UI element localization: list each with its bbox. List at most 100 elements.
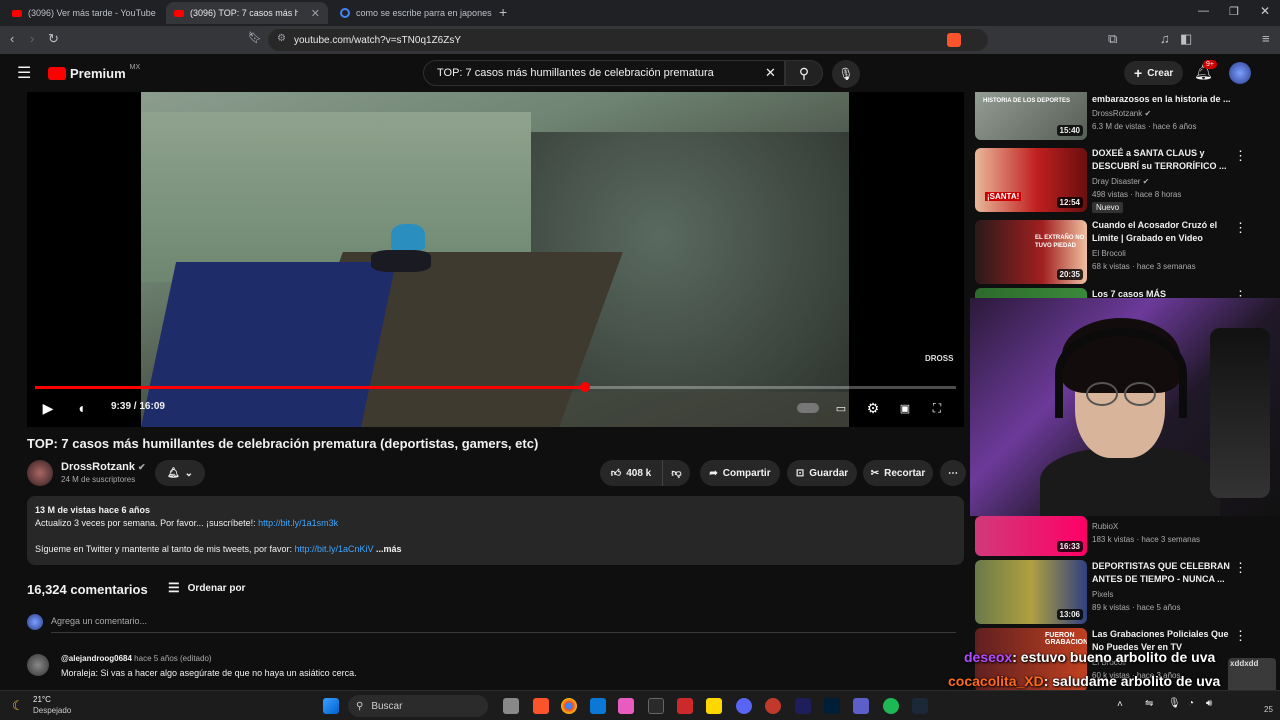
volume-icon[interactable]: ◖	[68, 398, 94, 418]
minimize-icon[interactable]: —	[1198, 5, 1209, 17]
site-info-icon[interactable]: ⚙︎	[277, 33, 286, 44]
weather-moon-icon[interactable]: ☾	[12, 698, 24, 714]
more-options-icon[interactable]: ⋮	[1234, 560, 1247, 576]
recommendation-thumbnail[interactable]: HISTORIA DE LOS DEPORTES 15:40	[975, 92, 1087, 140]
more-options-icon[interactable]: ⋮	[1234, 288, 1247, 298]
comment-author[interactable]: @alejandroog0684	[61, 654, 132, 663]
sidebar-icon[interactable]: ◧	[1180, 31, 1192, 47]
copilot-icon[interactable]	[618, 698, 634, 714]
recommendation-channel[interactable]: RubioX	[1092, 520, 1118, 533]
recommendation-thumbnail[interactable]: 16:33	[975, 516, 1087, 556]
recommendation-title[interactable]: Los 7 casos MÁS	[1092, 288, 1242, 298]
autoplay-toggle[interactable]	[795, 398, 821, 418]
channel-avatar[interactable]	[27, 460, 53, 486]
app-icon[interactable]	[677, 698, 693, 714]
steam-icon[interactable]	[912, 698, 928, 714]
brave-icon[interactable]	[533, 698, 549, 714]
search-input[interactable]: TOP: 7 casos más humillantes de celebrac…	[423, 60, 785, 86]
like-button[interactable]: 👍︎ 408 k	[600, 460, 662, 486]
recommendation-channel[interactable]: El Brocoli	[1092, 247, 1126, 260]
fullscreen-icon[interactable]: ⛶	[924, 398, 950, 418]
recommendation-thumbnail[interactable]: EL EXTRAÑO NO TUVO PIEDAD 20:35	[975, 220, 1087, 284]
more-options-icon[interactable]: ⋮	[1234, 220, 1247, 236]
bookmark-icon[interactable]: 🔖︎	[248, 31, 262, 44]
obs-icon[interactable]	[765, 698, 781, 714]
recommendation-title[interactable]: embarazosos en la historia de ...	[1092, 93, 1242, 106]
add-comment-input[interactable]: Agrega un comentario...	[51, 616, 956, 633]
teams-icon[interactable]	[853, 698, 869, 714]
taskbar-search[interactable]: ⚲ Buscar	[348, 695, 488, 717]
premiere-icon[interactable]	[795, 698, 811, 714]
description-box[interactable]: 13 M de vistas hace 6 años Actualizo 3 v…	[27, 496, 964, 565]
video-player[interactable]: DROSS ▶ ◖ 9:39 / 16:09 ▭ ⚙ ▣ ⛶	[27, 92, 964, 427]
recommendation-title[interactable]: Cuando el Acosador Cruzó el Límite | Gra…	[1092, 219, 1242, 245]
task-view-icon[interactable]	[503, 698, 519, 714]
recommendation-title[interactable]: DOXEÉ a SANTA CLAUS y DESCUBRÍ su TERROR…	[1092, 147, 1242, 173]
subscribed-bell-button[interactable]: 🔔︎ ⌄	[155, 460, 205, 486]
channel-watermark[interactable]: DROSS	[925, 354, 953, 363]
reload-icon[interactable]: ↻	[48, 31, 59, 47]
restore-icon[interactable]: ❐	[1229, 5, 1239, 18]
more-options-icon[interactable]: ⋮	[1234, 628, 1247, 644]
menu-icon[interactable]: ≡	[1262, 31, 1270, 46]
clear-search-icon[interactable]: ✕	[765, 65, 776, 81]
media-icon[interactable]: ♫	[1160, 31, 1170, 46]
channel-name[interactable]: DrossRotzank ✔	[61, 461, 146, 473]
twitter-link[interactable]: http://bit.ly/1aCnKiV	[294, 544, 373, 554]
tray-chevron-icon[interactable]: ˄	[1117, 699, 1123, 710]
spotify-icon[interactable]	[883, 698, 899, 714]
recommendation-thumbnail[interactable]	[975, 288, 1087, 298]
recommendation-channel[interactable]: Dray Disaster ✔	[1092, 175, 1149, 188]
show-more-link[interactable]: ...más	[376, 544, 402, 554]
weather-desc[interactable]: Despejado	[33, 706, 71, 715]
extensions-icon[interactable]: ⧉	[1108, 31, 1117, 47]
chrome-icon[interactable]	[561, 698, 577, 714]
play-button[interactable]: ▶	[35, 398, 61, 418]
tab-current-video[interactable]: (3096) TOP: 7 casos más humillantes ✕	[166, 2, 328, 24]
hamburger-menu-icon[interactable]: ☰	[17, 63, 31, 83]
wifi-icon[interactable]: ◔	[1188, 698, 1194, 709]
discord-icon[interactable]	[736, 698, 752, 714]
new-tab-icon[interactable]: +	[499, 4, 507, 20]
create-button[interactable]: + Crear	[1124, 61, 1184, 85]
recommendation-channel[interactable]: DrossRotzank ✔	[1092, 107, 1151, 120]
more-actions-button[interactable]: ⋯	[940, 460, 966, 486]
miniplayer-icon[interactable]: ▣	[892, 398, 918, 418]
start-windows-icon[interactable]	[323, 698, 339, 714]
url-field[interactable]: ⚙︎ youtube.com/watch?v=sTN0q1Z6ZsY	[268, 29, 988, 51]
tab-google-search[interactable]: como se escribe parra en japones - B	[332, 2, 492, 24]
mic-tray-icon[interactable]: 🎙︎	[1168, 698, 1181, 709]
save-button[interactable]: ⊡ Guardar	[787, 460, 857, 486]
back-icon[interactable]: ‹	[10, 31, 14, 46]
search-button[interactable]: ⚲	[785, 60, 823, 86]
voice-search-button[interactable]: 🎙︎	[832, 60, 860, 88]
youtube-logo[interactable]: Premium MX	[48, 64, 140, 81]
forward-icon[interactable]: ›	[30, 31, 34, 46]
more-options-icon[interactable]: ⋮	[1234, 148, 1247, 164]
sort-comments-button[interactable]: ☰ Ordenar por	[168, 580, 245, 596]
brave-shield-icon[interactable]	[947, 33, 961, 47]
clip-button[interactable]: ✂ Recortar	[863, 460, 933, 486]
tab-watch-later[interactable]: (3096) Ver más tarde - YouTube	[4, 2, 164, 24]
photoshop-icon[interactable]	[824, 698, 840, 714]
subtitles-icon[interactable]: ▭	[828, 398, 854, 418]
settings-gear-icon[interactable]: ⚙	[860, 398, 886, 418]
app-icon[interactable]	[590, 698, 606, 714]
comment-author-avatar[interactable]	[27, 654, 49, 676]
scrubber-handle[interactable]	[579, 382, 590, 392]
recommendation-title[interactable]: DEPORTISTAS QUE CELEBRAN ANTES DE TIEMPO…	[1092, 560, 1242, 586]
weather-temp[interactable]: 21°C	[33, 695, 51, 704]
recommendation-channel[interactable]: Pixels	[1092, 588, 1113, 601]
clock-text[interactable]: 25	[1264, 705, 1273, 714]
volume-tray-icon[interactable]: 🔊︎	[1206, 698, 1212, 709]
subscribe-link[interactable]: http://bit.ly/1a1sm3k	[258, 518, 338, 528]
recommendation-thumbnail[interactable]: ¡SANTA! 12:54	[975, 148, 1087, 212]
app-icon[interactable]	[648, 698, 664, 714]
close-window-icon[interactable]: ✕	[1260, 4, 1270, 18]
share-button[interactable]: ➦ Compartir	[700, 460, 780, 486]
recommendation-thumbnail[interactable]: 13:06	[975, 560, 1087, 624]
dislike-button[interactable]: 👎︎	[662, 460, 690, 486]
account-avatar[interactable]	[1229, 62, 1251, 84]
close-tab-icon[interactable]: ✕	[311, 7, 320, 20]
folder-icon[interactable]	[706, 698, 722, 714]
